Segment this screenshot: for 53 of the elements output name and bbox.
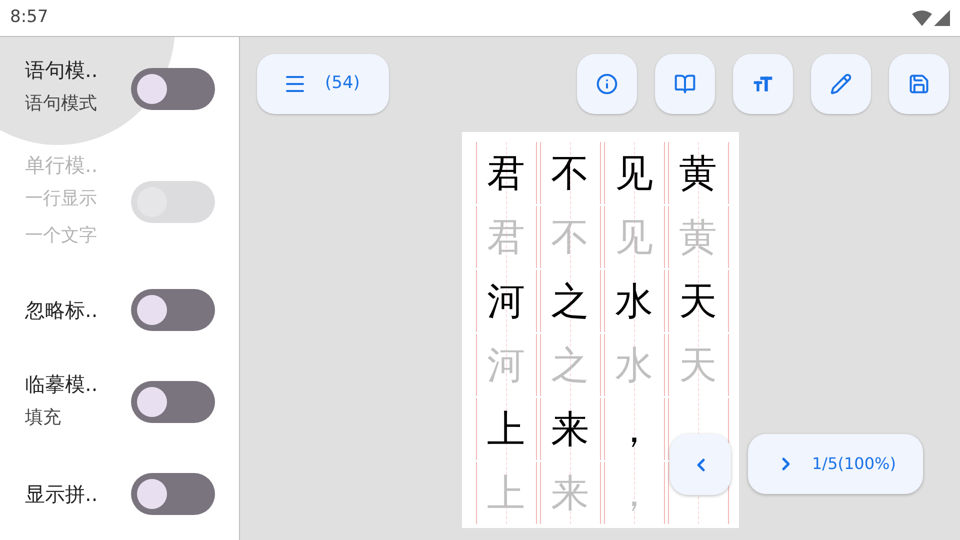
trace-character: 水	[615, 346, 653, 384]
character: 君	[487, 154, 525, 192]
menu-button[interactable]: (54)	[257, 54, 389, 114]
toggle-thumb	[137, 387, 167, 418]
wifi-icon	[912, 10, 932, 26]
edit-button[interactable]	[811, 54, 871, 114]
toggle-thumb	[137, 479, 167, 510]
character: 河	[487, 282, 525, 320]
info-button[interactable]	[577, 54, 637, 114]
signal-icon	[934, 10, 950, 26]
setting-title: 语句模..	[25, 57, 99, 84]
character: 之	[551, 282, 589, 320]
trace-character: 天	[679, 346, 717, 384]
book-button[interactable]	[655, 54, 715, 114]
setting-subtitle: 语句模式	[25, 92, 98, 116]
setting-title: 显示拼..	[25, 481, 98, 508]
setting-subtitle: 填充	[25, 406, 62, 430]
save-icon	[908, 73, 930, 95]
trace-character: 河	[487, 346, 525, 384]
info-icon	[596, 73, 618, 95]
trace-character: 来	[551, 474, 589, 512]
text-size-button[interactable]	[733, 54, 793, 114]
setting-title: 临摹模..	[25, 370, 99, 398]
trace-character: ，	[615, 474, 653, 512]
character: 上	[487, 410, 525, 448]
status-time: 8:57	[10, 6, 48, 30]
pencil-icon	[830, 73, 852, 95]
character: 不	[551, 154, 589, 192]
setting-subtitle: 一行显示一个文字	[25, 187, 98, 248]
character: 黄	[679, 154, 717, 192]
setting-title: 单行模..	[25, 152, 99, 180]
toggle-thumb	[137, 74, 167, 104]
toggle-switch[interactable]	[131, 381, 215, 424]
character: ，	[615, 410, 653, 448]
character: 见	[615, 154, 653, 192]
toggle-switch[interactable]	[131, 68, 215, 110]
trace-character: 不	[551, 218, 589, 256]
trace-character: 君	[487, 218, 525, 256]
save-button[interactable]	[889, 54, 949, 114]
character: 来	[551, 410, 589, 448]
toggle-thumb	[137, 187, 167, 218]
character: 水	[615, 282, 653, 320]
toggle-switch[interactable]	[131, 473, 215, 516]
trace-character: 上	[487, 474, 525, 512]
book-icon	[674, 73, 696, 95]
trace-character: 之	[551, 346, 589, 384]
toggle-thumb	[137, 295, 167, 326]
trace-character: 见	[615, 218, 653, 256]
character: 天	[679, 282, 717, 320]
setting-title: 忽略标..	[25, 297, 98, 324]
trace-character: 黄	[679, 218, 717, 256]
next-page-button[interactable]: 1/5(100%)	[748, 434, 923, 494]
toggle-switch[interactable]	[131, 289, 215, 332]
